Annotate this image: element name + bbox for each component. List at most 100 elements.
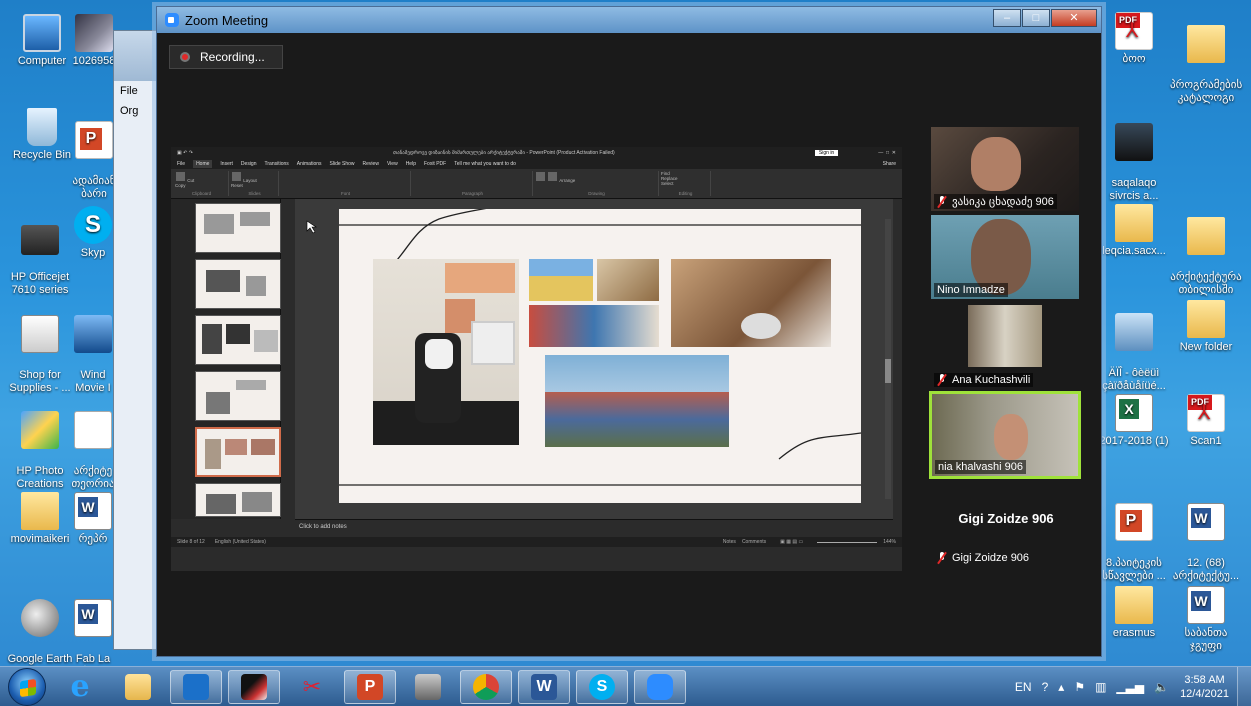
tab-home[interactable]: Home (193, 160, 213, 168)
arrange-button[interactable]: Arrange (559, 178, 575, 183)
tab-insert[interactable]: Insert (220, 161, 233, 167)
desktop-icon-word12[interactable]: 12. (68) არქიტექტუ... (1170, 490, 1242, 583)
maximize-button[interactable]: □ (1022, 9, 1050, 27)
participant-video[interactable]: ვასიკა ცხადაძე 906 (931, 127, 1079, 211)
taskbar-app[interactable]: e (54, 670, 106, 704)
view-buttons[interactable]: ▣ ▦ ▤ ▭ (780, 539, 803, 545)
paste-icon[interactable] (176, 172, 185, 181)
desktop-icon-recycle-bin[interactable]: Recycle Bin (6, 108, 78, 162)
tab-animations[interactable]: Animations (297, 161, 322, 167)
desktop-icon-skype[interactable]: S Skyp (70, 206, 116, 260)
sign-in-button[interactable]: Sign in (814, 150, 839, 156)
slide-photo-kitchen[interactable] (671, 259, 831, 347)
desktop-icon-new-folder[interactable]: New folder (1170, 300, 1242, 354)
action-center-flag-icon[interactable]: ⚑ (1074, 680, 1085, 694)
shapes-icon[interactable] (536, 172, 545, 181)
cut-button[interactable]: Cut (187, 178, 194, 183)
slide-thumbnail[interactable]: 7 (195, 371, 281, 421)
participant-video[interactable]: Ana Kuchashvili (931, 305, 1079, 389)
clock[interactable]: 3:58 AM 12/4/2021 (1180, 673, 1229, 701)
vertical-scrollbar[interactable] (885, 219, 891, 499)
tab-file[interactable]: File (177, 161, 185, 167)
comments-toggle[interactable]: Comments (742, 539, 766, 545)
notes-pane[interactable]: Click to add notes (295, 519, 893, 537)
desktop-icon-movie-maker[interactable]: Wind Movie I (70, 302, 116, 395)
desktop-icon-printer[interactable]: HP Officejet 7610 series (4, 206, 76, 297)
zoom-window[interactable]: Zoom Meeting – □ ✕ Recording... ▣ ↶ ↷ თა… (156, 6, 1102, 657)
new-slide-icon[interactable] (232, 172, 241, 181)
tab-design[interactable]: Design (241, 161, 257, 167)
explorer-titlebar[interactable] (114, 31, 162, 81)
language-indicator[interactable]: English (United States) (215, 539, 266, 545)
participant-video-active-speaker[interactable]: nia khalvashi 906 (929, 391, 1081, 479)
slide-thumbnail-selected[interactable]: 8 (195, 427, 281, 477)
taskbar-app[interactable] (402, 670, 454, 704)
desktop-icon-scan1[interactable]: Scan1 (1170, 394, 1242, 448)
tray-overflow-icon[interactable]: ▴ (1058, 680, 1064, 694)
slide-photo-collage[interactable] (529, 259, 659, 347)
language-indicator[interactable]: EN (1015, 680, 1032, 694)
start-button[interactable] (8, 668, 46, 706)
current-slide[interactable] (339, 209, 861, 503)
explorer-menu-organize[interactable]: Org (114, 101, 162, 121)
desktop-icon-pdf-boo[interactable]: ბოო (1098, 12, 1170, 66)
recording-indicator[interactable]: Recording... (169, 45, 283, 69)
zoom-titlebar[interactable]: Zoom Meeting – □ ✕ (157, 7, 1101, 33)
desktop-icon-leqcia[interactable]: leqcia.sacx... (1098, 204, 1170, 258)
desktop-icon-programs[interactable]: პროგრამების კატალოგი (1170, 12, 1242, 105)
tell-me-search[interactable]: Tell me what you want to do (454, 161, 516, 167)
tab-review[interactable]: Review (363, 161, 379, 167)
desktop-icon-shop[interactable]: Shop for Supplies - ... (4, 302, 76, 395)
desktop-icon-media[interactable]: ÄÏÎ - ôèëüì çàïðåùåíüé... (1098, 300, 1170, 393)
close-button[interactable]: ✕ (1051, 9, 1097, 27)
desktop-icon-arqitektura[interactable]: არქიტექტურა თბილისში (1170, 204, 1242, 297)
taskbar-app[interactable]: S (576, 670, 628, 704)
show-desktop-button[interactable] (1237, 667, 1251, 706)
slide-thumbnail[interactable]: 5 (195, 259, 281, 309)
scrollbar-thumb[interactable] (885, 359, 891, 383)
taskbar-app[interactable] (170, 670, 222, 704)
signal-icon[interactable]: ▁▃▅ (1116, 680, 1144, 694)
desktop-icon-ppt[interactable]: ადამიან ბარი (70, 108, 118, 201)
taskbar-app[interactable]: W (518, 670, 570, 704)
copy-button[interactable]: Copy (175, 183, 186, 188)
desktop-icon-word1[interactable]: რეპრ (70, 492, 116, 546)
tab-view[interactable]: View (387, 161, 398, 167)
taskbar-app[interactable] (460, 670, 512, 704)
slide-photo-man-in-wheelchair[interactable] (373, 259, 519, 445)
notes-toggle[interactable]: Notes (723, 539, 736, 545)
reset-button[interactable]: Reset (231, 183, 243, 188)
taskbar-app[interactable] (228, 670, 280, 704)
tab-slide-show[interactable]: Slide Show (330, 161, 355, 167)
desktop-icon-movimaikeri[interactable]: movimaikeri (4, 492, 76, 546)
participant-video[interactable]: Nino Imnadze (931, 215, 1079, 299)
desktop-icon-saqalaqo[interactable]: saqalaqo sivrcis a... (1098, 110, 1170, 203)
tab-transitions[interactable]: Transitions (265, 161, 289, 167)
help-icon[interactable]: ? (1042, 680, 1049, 694)
desktop-icon-excel[interactable]: 2017-2018 (1) (1098, 394, 1170, 448)
slide-thumbnail[interactable]: 9 (195, 483, 281, 517)
slide-thumbnails-pane[interactable]: 4 5 6 7 (171, 199, 281, 519)
desktop-icon-word-group[interactable]: საბანთა ჯგუფი (1170, 586, 1242, 653)
desktop-icon-ppt8[interactable]: 8.პაიტეკის სწავლები ... (1098, 490, 1170, 583)
taskbar-app[interactable] (112, 670, 164, 704)
minimize-button[interactable]: – (993, 9, 1021, 27)
tab-foxit-pdf[interactable]: Foxit PDF (424, 161, 446, 167)
select-button[interactable]: Select (661, 181, 674, 186)
volume-icon[interactable]: 🔈 (1154, 680, 1169, 694)
slide-editor[interactable] (295, 199, 893, 519)
slide-thumbnail[interactable]: 6 (195, 315, 281, 365)
shapes-icon[interactable] (548, 172, 558, 181)
network-icon[interactable]: ▥ (1095, 680, 1106, 694)
taskbar-app[interactable]: ✂ (286, 670, 338, 704)
zoom-level[interactable]: 144% (883, 539, 896, 545)
desktop-icon-erasmus[interactable]: erasmus (1098, 586, 1170, 640)
slide-photo-colorful-building[interactable] (545, 355, 729, 447)
layout-button[interactable]: Layout (243, 178, 257, 183)
tab-help[interactable]: Help (406, 161, 416, 167)
taskbar-app[interactable] (634, 670, 686, 704)
desktop-icon-hp-photo[interactable]: HP Photo Creations (4, 398, 76, 491)
slide-thumbnail[interactable]: 4 (195, 203, 281, 253)
explorer-menu-file[interactable]: File (114, 81, 162, 101)
share-button[interactable]: Share (883, 161, 896, 167)
